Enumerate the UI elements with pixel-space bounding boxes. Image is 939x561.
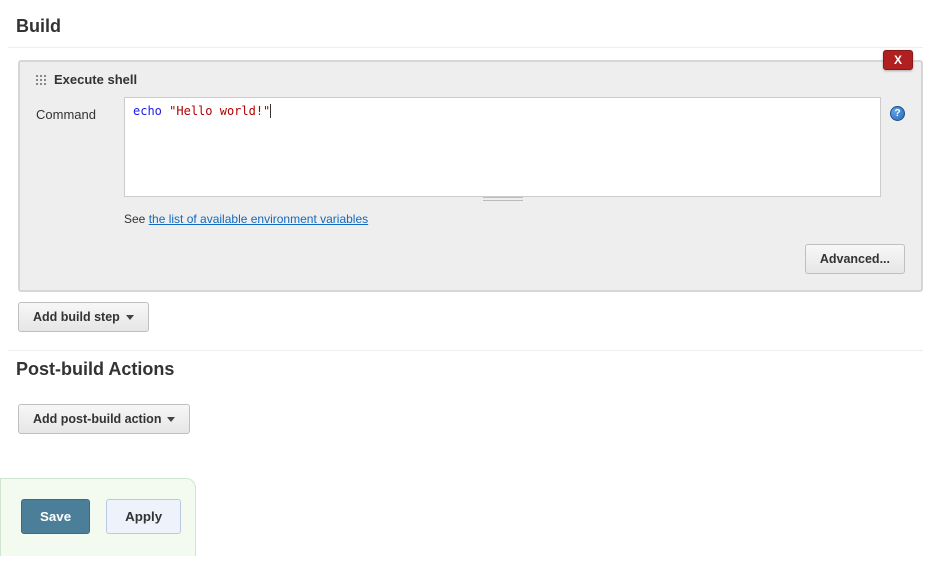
build-step-execute-shell: X Execute shell Command echo "Hello worl… [18, 60, 923, 292]
advanced-button[interactable]: Advanced... [805, 244, 905, 274]
save-button[interactable]: Save [21, 499, 90, 534]
add-post-build-action-button[interactable]: Add post-build action [18, 404, 190, 434]
add-build-step-button[interactable]: Add build step [18, 302, 149, 332]
chevron-down-icon [167, 417, 175, 422]
command-input[interactable]: echo "Hello world!" [124, 97, 881, 197]
add-build-step-label: Add build step [33, 310, 120, 324]
apply-button[interactable]: Apply [106, 499, 181, 534]
save-bar: Save Apply [0, 478, 196, 556]
step-title: Execute shell [54, 72, 137, 87]
command-hint: See the list of available environment va… [124, 212, 881, 226]
command-label: Command [36, 97, 106, 122]
drag-handle-icon[interactable] [36, 75, 46, 85]
build-section-title: Build [8, 8, 923, 48]
chevron-down-icon [126, 315, 134, 320]
postbuild-section-title: Post-build Actions [8, 350, 923, 390]
env-vars-link[interactable]: the list of available environment variab… [149, 212, 368, 226]
delete-step-button[interactable]: X [883, 50, 913, 70]
add-post-build-action-label: Add post-build action [33, 412, 161, 426]
help-icon[interactable]: ? [890, 104, 905, 121]
